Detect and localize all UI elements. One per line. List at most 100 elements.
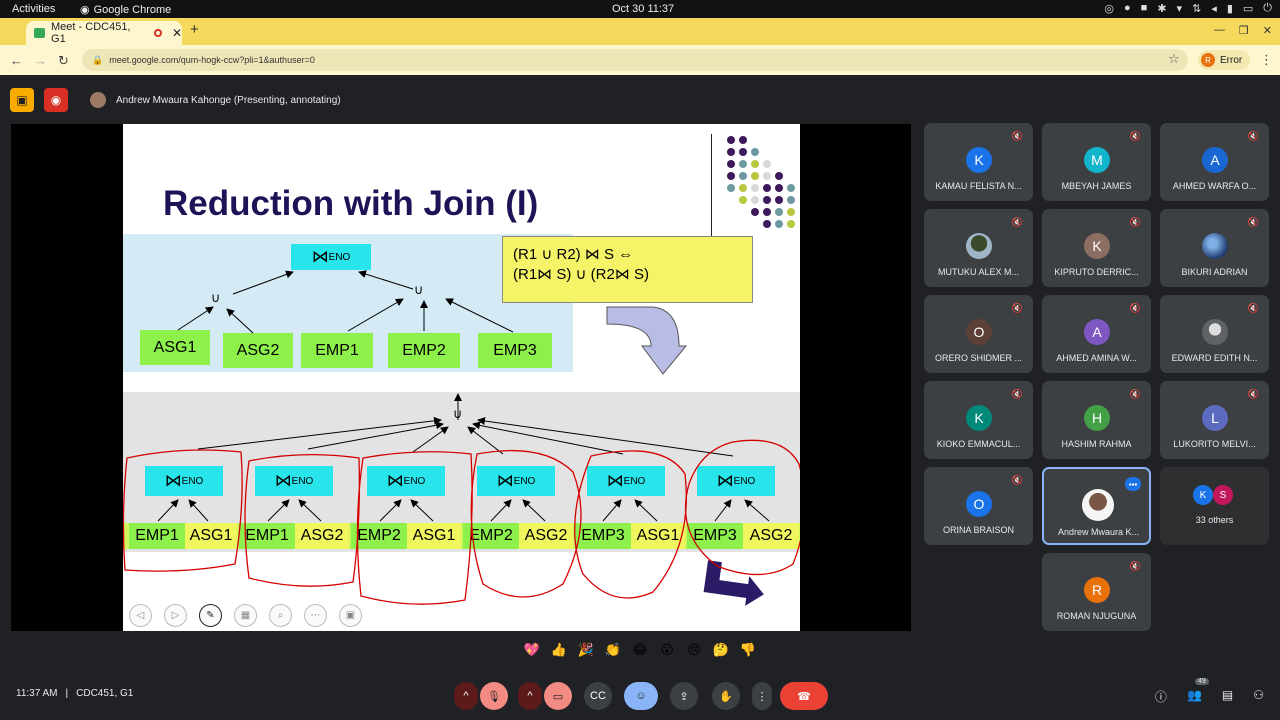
participant-avatar: O bbox=[966, 319, 992, 345]
captions-icon[interactable]: CC bbox=[584, 682, 612, 710]
next-slide-icon[interactable]: ▷ bbox=[164, 604, 187, 627]
site-info-icon[interactable]: 🔒 bbox=[92, 55, 103, 66]
participant-tile[interactable]: 🔇 K KIPRUTO DERRIC... bbox=[1042, 209, 1151, 287]
system-top-bar: Activities ◉ Google Chrome Oct 30 11:37 … bbox=[0, 0, 1280, 18]
more-options-icon[interactable]: ⋮ bbox=[752, 682, 772, 710]
meeting-info: 11:37 AM | CDC451, G1 bbox=[16, 688, 133, 699]
meeting-code: CDC451, G1 bbox=[76, 688, 134, 699]
slide-toolbar: ◁ ▷ ✎ ▦ ⌕ ⋯ ▣ bbox=[129, 604, 362, 627]
participant-tile[interactable]: 🔇 A AHMED WARFA O... bbox=[1160, 123, 1269, 201]
url-text: meet.google.com/qum-hogk-ccw?pli=1&authu… bbox=[109, 55, 315, 65]
muted-mic-icon: 🔇 bbox=[1129, 131, 1141, 141]
system-tray[interactable]: ◎ ● ■ ✱ ▾ ⇅ ◂ ▮ ▭ ⏻ bbox=[1104, 2, 1272, 15]
present-screen-icon[interactable]: ⇪ bbox=[670, 682, 698, 710]
close-tab-icon[interactable]: ✕ bbox=[172, 26, 182, 40]
participant-tile[interactable]: 🔇 MUTUKU ALEX M... bbox=[924, 209, 1033, 287]
microphone-off-icon[interactable]: 🎙 bbox=[480, 682, 508, 710]
recording-icon bbox=[154, 29, 162, 37]
screen-icon[interactable]: ▣ bbox=[339, 604, 362, 627]
reaction-button[interactable]: 👎 bbox=[738, 642, 758, 664]
participant-tile[interactable]: 🔇 H HASHIM RAHMA bbox=[1042, 381, 1151, 459]
reaction-button[interactable]: 👏 bbox=[603, 642, 623, 664]
muted-mic-icon: 🔇 bbox=[1247, 217, 1259, 227]
participant-tile[interactable]: 🔇 EDWARD EDITH N... bbox=[1160, 295, 1269, 373]
participant-tile[interactable]: 🔇 K KIOKO EMMACUL... bbox=[924, 381, 1033, 459]
participant-avatar bbox=[1082, 489, 1114, 521]
video-options-chevron-icon[interactable]: ^ bbox=[518, 682, 542, 710]
participant-tile[interactable]: K S 33 others bbox=[1160, 467, 1269, 545]
participant-tile[interactable]: 🔇 O ORINA BRAISON bbox=[924, 467, 1033, 545]
muted-mic-icon: 🔇 bbox=[1011, 217, 1023, 227]
slides-grid-icon[interactable]: ▦ bbox=[234, 604, 257, 627]
audio-options-chevron-icon[interactable]: ^ bbox=[454, 682, 478, 710]
participant-name: ORINA BRAISON bbox=[942, 525, 1014, 535]
back-icon[interactable]: ← bbox=[10, 53, 23, 68]
tab-bar: ⌄ Meet - CDC451, G1 ✕ + — ❐ ✕ bbox=[0, 18, 1280, 53]
participant-name: AHMED WARFA O... bbox=[1172, 181, 1257, 191]
previous-slide-icon[interactable]: ◁ bbox=[129, 604, 152, 627]
close-window-icon[interactable]: ✕ bbox=[1263, 24, 1272, 37]
participant-avatar: K bbox=[1084, 233, 1110, 259]
reaction-button[interactable]: 🎉 bbox=[576, 642, 596, 664]
camera-off-icon[interactable]: ▭ bbox=[544, 682, 572, 710]
activities-icon[interactable]: ⚇ bbox=[1253, 688, 1264, 705]
check-icon: ● bbox=[1124, 2, 1131, 14]
emoji-reactions-icon[interactable]: ☺ bbox=[624, 682, 658, 710]
reload-icon[interactable]: ↻ bbox=[58, 53, 69, 69]
participant-tile[interactable]: 🔇 K KAMAU FELISTA N... bbox=[924, 123, 1033, 201]
leave-call-icon[interactable]: ☎ bbox=[780, 682, 828, 710]
stop-presenting-icon[interactable]: ▣ bbox=[10, 88, 34, 112]
reaction-button[interactable]: 😢 bbox=[684, 642, 704, 664]
recording-indicator-icon[interactable]: ◉ bbox=[44, 88, 68, 112]
profile-button[interactable]: R Error bbox=[1198, 50, 1251, 70]
app-menu[interactable]: ◉ Google Chrome bbox=[80, 3, 171, 17]
more-options-icon[interactable]: ⋯ bbox=[304, 604, 327, 627]
chrome-menu-icon[interactable]: ⋮ bbox=[1260, 52, 1273, 68]
reaction-button[interactable]: 👍 bbox=[549, 642, 569, 664]
participant-name: ROMAN NJUGUNA bbox=[1056, 611, 1137, 621]
minimize-icon[interactable]: — bbox=[1214, 24, 1225, 37]
muted-mic-icon: 🔇 bbox=[1129, 303, 1141, 313]
window-controls: — ❐ ✕ bbox=[1214, 24, 1272, 37]
browser-toolbar: ← → ↻ 🔒 meet.google.com/qum-hogk-ccw?pli… bbox=[0, 45, 1280, 75]
chrome-icon: ◉ bbox=[80, 4, 90, 16]
app-indicator-icon: ■ bbox=[1140, 2, 1148, 14]
participant-tile[interactable]: 🔇 O ORERO SHIDMER ... bbox=[924, 295, 1033, 373]
participant-avatar bbox=[1202, 233, 1228, 259]
tab-meet[interactable]: Meet - CDC451, G1 ✕ bbox=[26, 21, 182, 45]
reaction-button[interactable]: 💖 bbox=[522, 642, 542, 664]
participant-name: HASHIM RAHMA bbox=[1061, 439, 1132, 449]
participant-tile[interactable]: 🔇 R ROMAN NJUGUNA bbox=[1042, 553, 1151, 631]
meeting-time: 11:37 AM bbox=[16, 688, 58, 699]
address-bar[interactable]: 🔒 meet.google.com/qum-hogk-ccw?pli=1&aut… bbox=[82, 49, 1188, 71]
raise-hand-icon[interactable]: ✋ bbox=[712, 682, 740, 710]
divider: | bbox=[65, 688, 69, 699]
participant-tile[interactable]: 🔇 M MBEYAH JAMES bbox=[1042, 123, 1151, 201]
participant-avatar: K bbox=[966, 147, 992, 173]
muted-mic-icon: 🔇 bbox=[1247, 303, 1259, 313]
people-icon[interactable]: 👥 49 bbox=[1187, 678, 1209, 705]
participant-tile[interactable]: 🔇 BIKURI ADRIAN bbox=[1160, 209, 1269, 287]
participant-avatar: A bbox=[1084, 319, 1110, 345]
network-icon: ⇅ bbox=[1192, 3, 1202, 15]
forward-icon[interactable]: → bbox=[34, 53, 47, 68]
zoom-icon[interactable]: ⌕ bbox=[269, 604, 292, 627]
chat-icon[interactable]: ▤ bbox=[1222, 688, 1233, 705]
bookmark-star-icon[interactable]: ☆ bbox=[1168, 51, 1180, 67]
participant-name: MUTUKU ALEX M... bbox=[937, 267, 1019, 277]
system-clock[interactable]: Oct 30 11:37 bbox=[612, 3, 674, 15]
activities-button[interactable]: Activities bbox=[12, 3, 55, 15]
reaction-button[interactable]: 🤔 bbox=[711, 642, 731, 664]
participant-avatar: S bbox=[1213, 485, 1233, 505]
info-icon[interactable]: ⓘ bbox=[1155, 688, 1167, 705]
participant-tile[interactable]: 🔇 L LUKORITO MELVI... bbox=[1160, 381, 1269, 459]
reaction-button[interactable]: 😮 bbox=[657, 642, 677, 664]
reaction-button[interactable]: 😂 bbox=[630, 642, 650, 664]
profile-avatar: R bbox=[1201, 53, 1215, 67]
participant-avatar: O bbox=[966, 491, 992, 517]
pen-icon[interactable]: ✎ bbox=[199, 604, 222, 627]
new-tab-icon[interactable]: + bbox=[190, 21, 199, 38]
participant-tile[interactable]: 🔇 A AHMED AMINA W... bbox=[1042, 295, 1151, 373]
maximize-icon[interactable]: ❐ bbox=[1239, 24, 1249, 37]
participant-tile[interactable]: ▪▪▪ Andrew Mwaura K... bbox=[1042, 467, 1151, 545]
